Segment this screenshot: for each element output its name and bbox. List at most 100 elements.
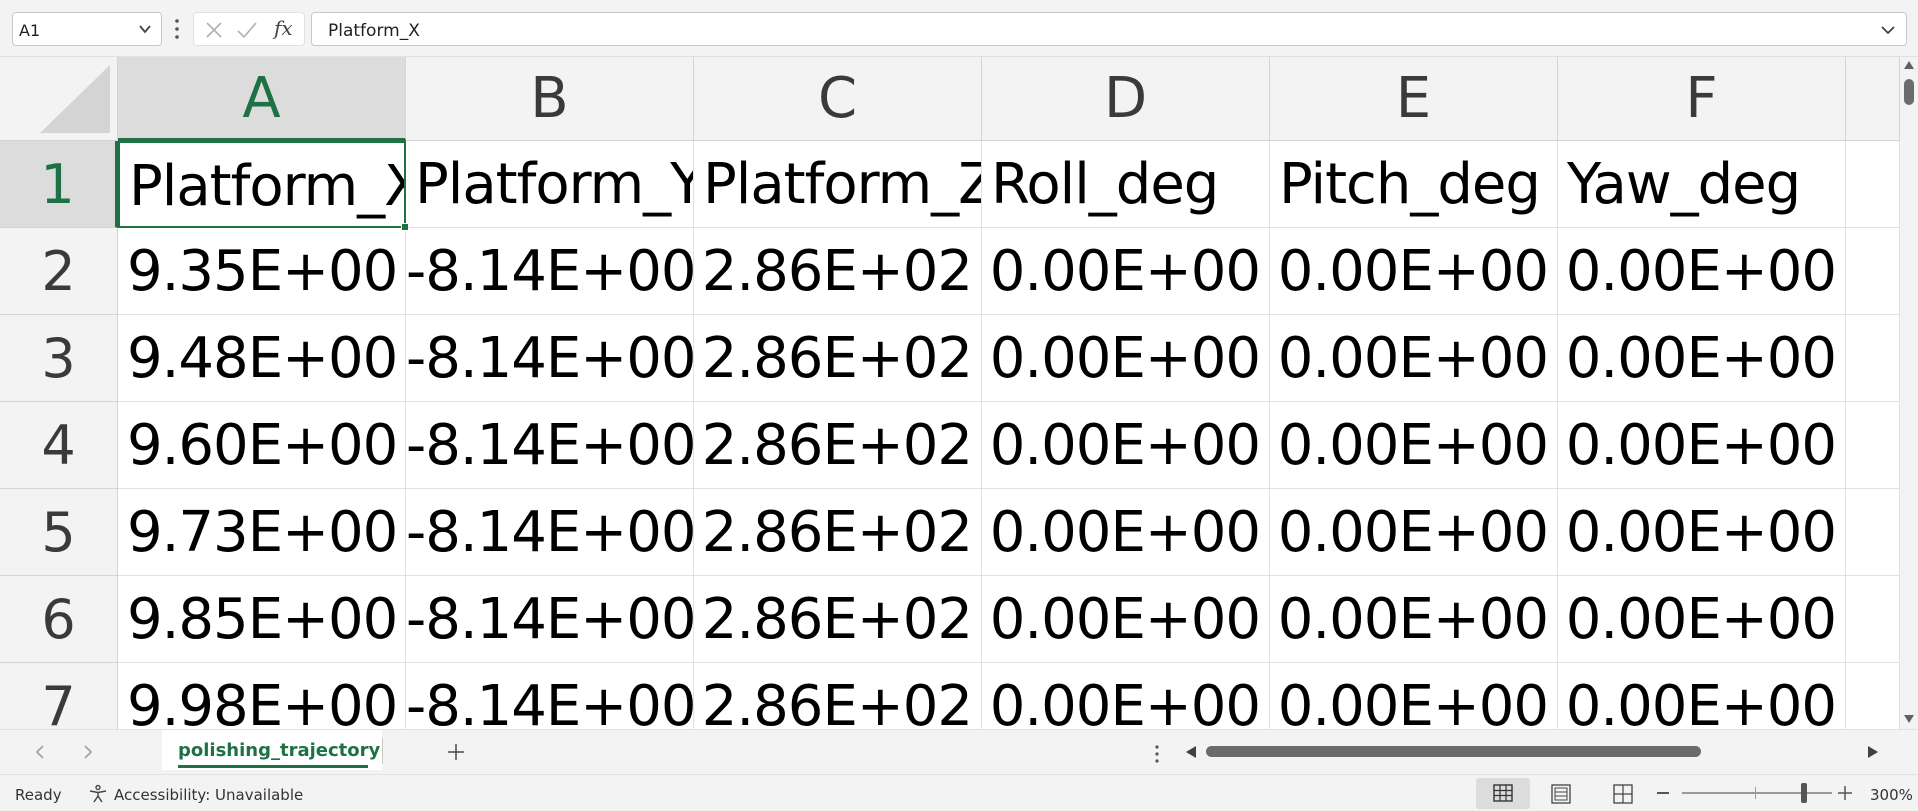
cell-c3[interactable]: 2.86E+02 [694,315,982,402]
cell-b2[interactable]: -8.14E+00 [406,228,694,315]
row-header-1[interactable]: 1 [0,141,118,228]
formula-input[interactable]: Platform_X [311,12,1907,46]
cell-d2[interactable]: 0.00E+00 [982,228,1270,315]
select-all-corner[interactable] [0,57,118,141]
cell-d5[interactable]: 0.00E+00 [982,489,1270,576]
cell-e1[interactable]: Pitch_deg [1270,141,1558,228]
page-break-preview-icon[interactable] [1612,784,1634,804]
zoom-level[interactable]: 300% [1870,786,1913,804]
cell-d3[interactable]: 0.00E+00 [982,315,1270,402]
vertical-scrollbar[interactable] [1900,57,1918,729]
zoom-slider-thumb[interactable] [1801,783,1807,803]
cell-a7[interactable]: 9.98E+00 [118,663,406,729]
normal-view-button[interactable] [1476,778,1530,809]
accessibility-icon[interactable] [88,784,108,804]
row-header-7[interactable]: 7 [0,663,118,729]
cell-a3[interactable]: 9.48E+00 [118,315,406,402]
cell-f2[interactable]: 0.00E+00 [1558,228,1846,315]
cell-partial[interactable] [1846,489,1900,576]
accessibility-status[interactable]: Accessibility: Unavailable [114,786,303,804]
tabs-more-icon[interactable] [1152,744,1162,764]
cell-b1[interactable]: Platform_Y [406,141,694,228]
cell-f6[interactable]: 0.00E+00 [1558,576,1846,663]
cell-c7[interactable]: 2.86E+02 [694,663,982,729]
zoom-slider[interactable] [1682,792,1832,794]
cell-b5[interactable]: -8.14E+00 [406,489,694,576]
name-box[interactable]: A1 [12,12,162,46]
sheet-tab-polishing-trajectory[interactable]: polishing_trajectory [162,730,382,770]
page-layout-icon[interactable] [1550,784,1572,804]
horizontal-scroll-thumb[interactable] [1206,746,1701,757]
column-header-d[interactable]: D [982,57,1270,141]
name-box-value: A1 [19,21,41,40]
zoom-in-button[interactable] [1836,784,1854,802]
cell-f4[interactable]: 0.00E+00 [1558,402,1846,489]
plus-icon[interactable] [444,740,468,764]
insert-function-button[interactable]: fx [274,16,293,40]
column-header-b[interactable]: B [406,57,694,141]
row-header-4[interactable]: 4 [0,402,118,489]
row-header-2[interactable]: 2 [0,228,118,315]
expand-formula-bar-icon[interactable] [1878,20,1898,40]
cell-partial[interactable] [1846,315,1900,402]
cell-d6[interactable]: 0.00E+00 [982,576,1270,663]
spreadsheet-grid[interactable]: A B C D E F 1 Platform_X Platform_Y Platform_Z Rol… [0,57,1918,729]
cell-d7[interactable]: 0.00E+00 [982,663,1270,729]
vertical-scroll-thumb[interactable] [1904,79,1914,105]
cell-partial[interactable] [1846,141,1900,228]
active-tab-indicator [178,765,368,768]
column-header-e[interactable]: E [1270,57,1558,141]
cell-a2[interactable]: 9.35E+00 [118,228,406,315]
cell-c6[interactable]: 2.86E+02 [694,576,982,663]
cell-c2[interactable]: 2.86E+02 [694,228,982,315]
cell-a1[interactable]: Platform_X [118,141,406,228]
previous-sheet-icon[interactable] [30,742,50,762]
cell-e2[interactable]: 0.00E+00 [1270,228,1558,315]
chevron-down-icon[interactable] [135,19,155,39]
column-header-partial[interactable] [1846,57,1900,141]
scroll-right-icon[interactable] [1866,745,1880,759]
cell-f7[interactable]: 0.00E+00 [1558,663,1846,729]
cell-e4[interactable]: 0.00E+00 [1270,402,1558,489]
cell-b7[interactable]: -8.14E+00 [406,663,694,729]
zoom-out-button[interactable] [1657,792,1669,794]
cell-c5[interactable]: 2.86E+02 [694,489,982,576]
cell-a6[interactable]: 9.85E+00 [118,576,406,663]
cell-e7[interactable]: 0.00E+00 [1270,663,1558,729]
column-header-a[interactable]: A [118,57,406,141]
cell-c4[interactable]: 2.86E+02 [694,402,982,489]
row-header-6[interactable]: 6 [0,576,118,663]
cell-partial[interactable] [1846,228,1900,315]
enter-check-icon[interactable] [236,20,258,40]
cancel-icon[interactable] [204,20,224,40]
cell-e3[interactable]: 0.00E+00 [1270,315,1558,402]
cell-e5[interactable]: 0.00E+00 [1270,489,1558,576]
scroll-up-icon[interactable] [1904,61,1914,69]
cell-b6[interactable]: -8.14E+00 [406,576,694,663]
next-sheet-icon[interactable] [78,742,98,762]
more-options-icon[interactable] [172,16,182,42]
cell-a4[interactable]: 9.60E+00 [118,402,406,489]
cell-d4[interactable]: 0.00E+00 [982,402,1270,489]
cell-b4[interactable]: -8.14E+00 [406,402,694,489]
cell-b3[interactable]: -8.14E+00 [406,315,694,402]
horizontal-scrollbar[interactable] [1182,739,1882,765]
row-header-3[interactable]: 3 [0,315,118,402]
cell-f1[interactable]: Yaw_deg [1558,141,1846,228]
cell-a5[interactable]: 9.73E+00 [118,489,406,576]
grid-view-icon [1493,784,1513,802]
scroll-down-icon[interactable] [1904,715,1914,723]
cell-c1[interactable]: Platform_Z [694,141,982,228]
cell-partial[interactable] [1846,663,1900,729]
cell-partial[interactable] [1846,402,1900,489]
cell-f5[interactable]: 0.00E+00 [1558,489,1846,576]
scroll-left-icon[interactable] [1184,745,1198,759]
column-header-c[interactable]: C [694,57,982,141]
column-header-f[interactable]: F [1558,57,1846,141]
cell-e6[interactable]: 0.00E+00 [1270,576,1558,663]
cell-f3[interactable]: 0.00E+00 [1558,315,1846,402]
cell-d1[interactable]: Roll_deg [982,141,1270,228]
row-header-5[interactable]: 5 [0,489,118,576]
fill-handle[interactable] [401,223,409,231]
cell-partial[interactable] [1846,576,1900,663]
